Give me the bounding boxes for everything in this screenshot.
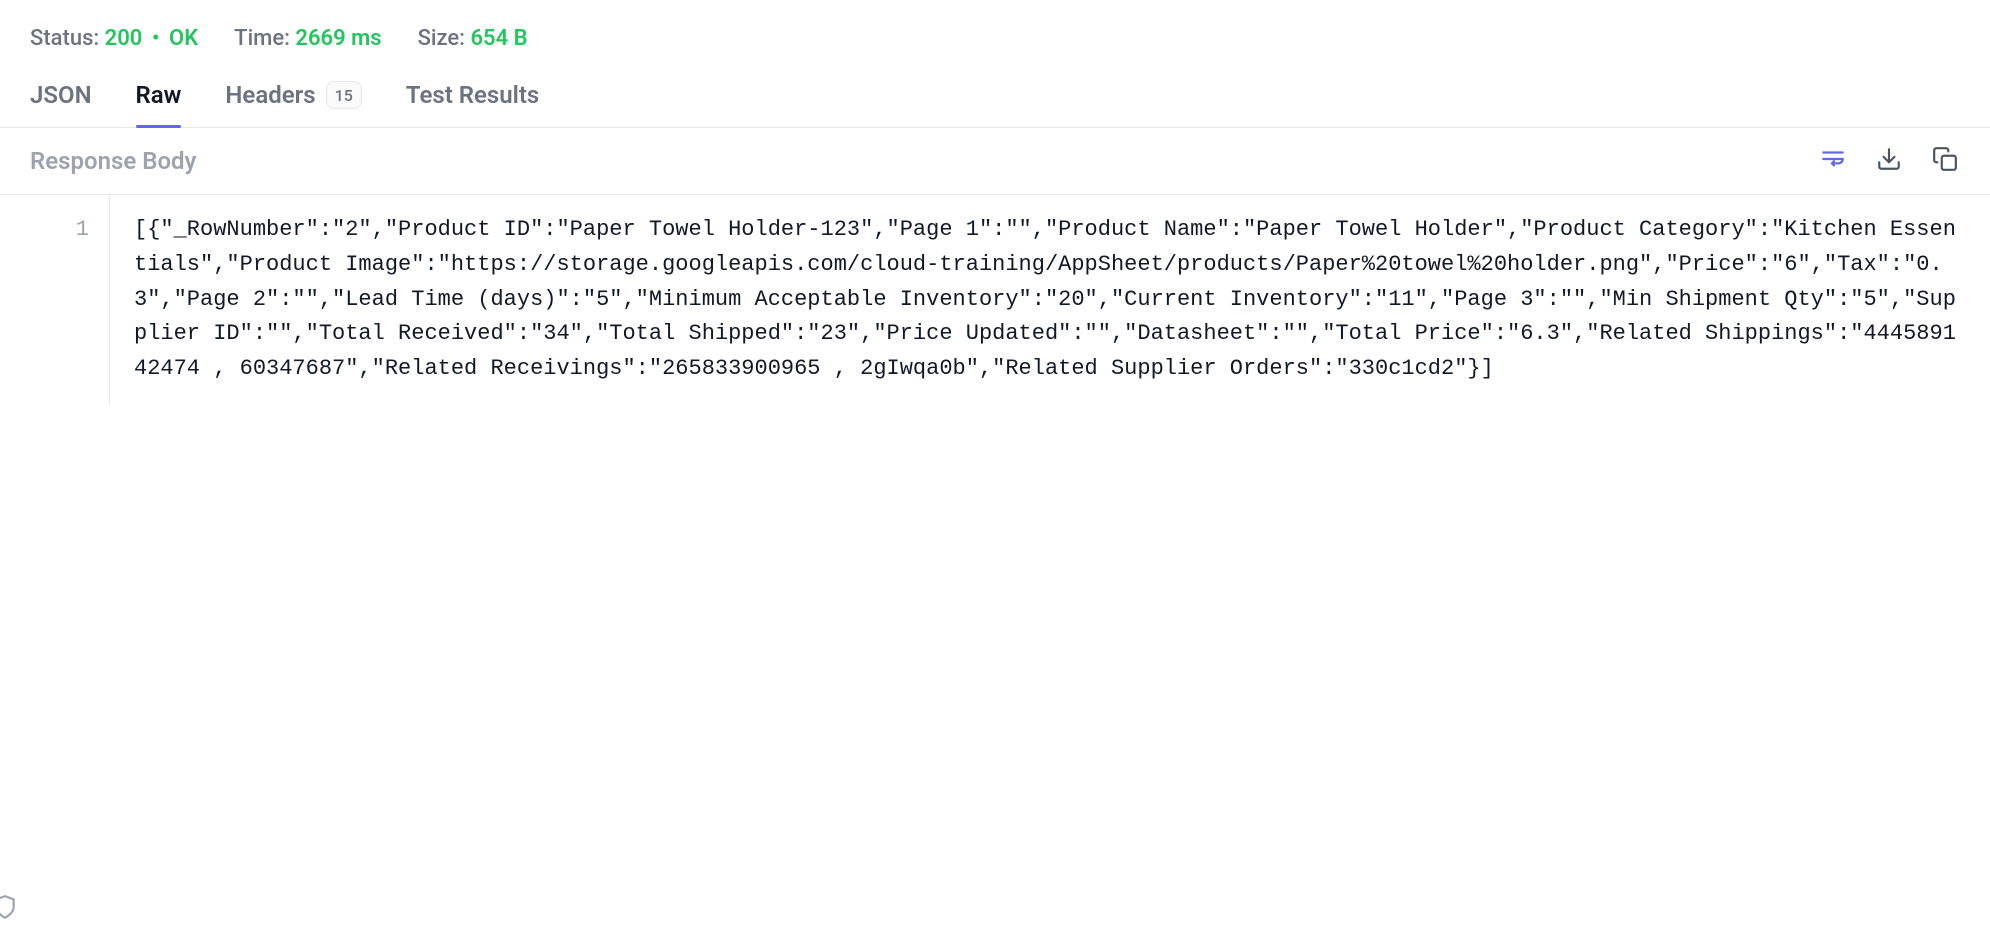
shield-icon: [0, 894, 18, 924]
response-body-actions: [1818, 146, 1960, 176]
status-code: 200: [105, 26, 143, 51]
status-text: OK: [169, 26, 198, 51]
download-icon: [1876, 146, 1902, 176]
tab-headers[interactable]: Headers 15: [225, 81, 361, 127]
status-group: Status: 200 • OK: [30, 26, 198, 51]
size-label: Size:: [418, 26, 465, 51]
download-button[interactable]: [1874, 146, 1904, 176]
copy-icon: [1932, 146, 1958, 176]
response-body-title: Response Body: [30, 147, 196, 175]
tab-raw[interactable]: Raw: [136, 81, 182, 127]
response-code-area: 1 [{"_RowNumber":"2","Product ID":"Paper…: [0, 195, 1990, 405]
response-tabs: JSON Raw Headers 15 Test Results: [0, 71, 1990, 128]
line-number-gutter: 1: [0, 195, 110, 405]
tab-json[interactable]: JSON: [30, 81, 92, 127]
response-body-header: Response Body: [0, 128, 1990, 195]
headers-count-badge: 15: [326, 81, 362, 109]
time-group: Time: 2669 ms: [234, 26, 381, 51]
size-group: Size: 654 B: [418, 26, 528, 51]
tab-test-results[interactable]: Test Results: [406, 81, 539, 127]
size-value: 654 B: [470, 26, 527, 51]
line-number: 1: [0, 213, 89, 248]
wrap-lines-icon: [1820, 146, 1846, 176]
wrap-lines-button[interactable]: [1818, 146, 1848, 176]
response-status-bar: Status: 200 • OK Time: 2669 ms Size: 654…: [0, 0, 1990, 71]
time-label: Time:: [234, 26, 290, 51]
copy-button[interactable]: [1930, 146, 1960, 176]
tab-headers-label: Headers: [225, 81, 315, 109]
status-separator-dot: •: [152, 26, 160, 51]
status-label: Status:: [30, 26, 99, 51]
raw-response-content[interactable]: [{"_RowNumber":"2","Product ID":"Paper T…: [110, 195, 1990, 405]
time-value: 2669 ms: [295, 26, 381, 51]
